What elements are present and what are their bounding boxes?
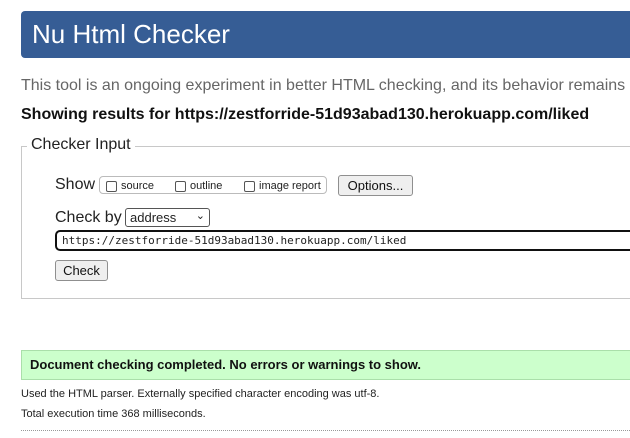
image-report-label: image report — [259, 180, 321, 192]
outline-checkbox[interactable] — [175, 180, 186, 192]
check-by-label: Check by — [55, 209, 122, 226]
outline-label: outline — [190, 180, 223, 192]
bottom-divider — [21, 430, 630, 431]
checker-input-legend: Checker Input — [27, 136, 135, 154]
source-label: source — [121, 180, 155, 192]
intro-text: This tool is an ongoing experiment in be… — [21, 77, 626, 94]
source-checkbox[interactable] — [106, 180, 117, 192]
execution-time-note: Total execution time 368 milliseconds. — [21, 408, 206, 420]
image-report-checkbox[interactable] — [244, 180, 255, 192]
page-title: Nu Html Checker — [32, 19, 230, 49]
show-image-report-option[interactable]: image report — [244, 177, 321, 195]
header-banner: Nu Html Checker — [21, 11, 630, 58]
options-button[interactable]: Options... — [338, 175, 413, 196]
check-by-value: address — [130, 210, 177, 225]
show-options-group: source outline image report — [99, 176, 327, 194]
success-message: Document checking completed. No errors o… — [30, 357, 422, 372]
check-button[interactable]: Check — [55, 260, 108, 281]
chevron-down-icon: ⌄ — [195, 210, 205, 222]
parser-note: Used the HTML parser. Externally specifi… — [21, 388, 380, 400]
check-by-select[interactable]: address ⌄ — [125, 208, 210, 227]
url-input[interactable]: https://zestforride-51d93abad130.herokua… — [55, 230, 630, 251]
show-source-option[interactable]: source — [106, 177, 154, 195]
show-outline-option[interactable]: outline — [175, 177, 222, 195]
page: Nu Html Checker This tool is an ongoing … — [0, 0, 630, 438]
results-heading: Showing results for https://zestforride-… — [21, 106, 590, 123]
success-message-box: Document checking completed. No errors o… — [21, 350, 630, 380]
show-label: Show — [55, 176, 96, 193]
